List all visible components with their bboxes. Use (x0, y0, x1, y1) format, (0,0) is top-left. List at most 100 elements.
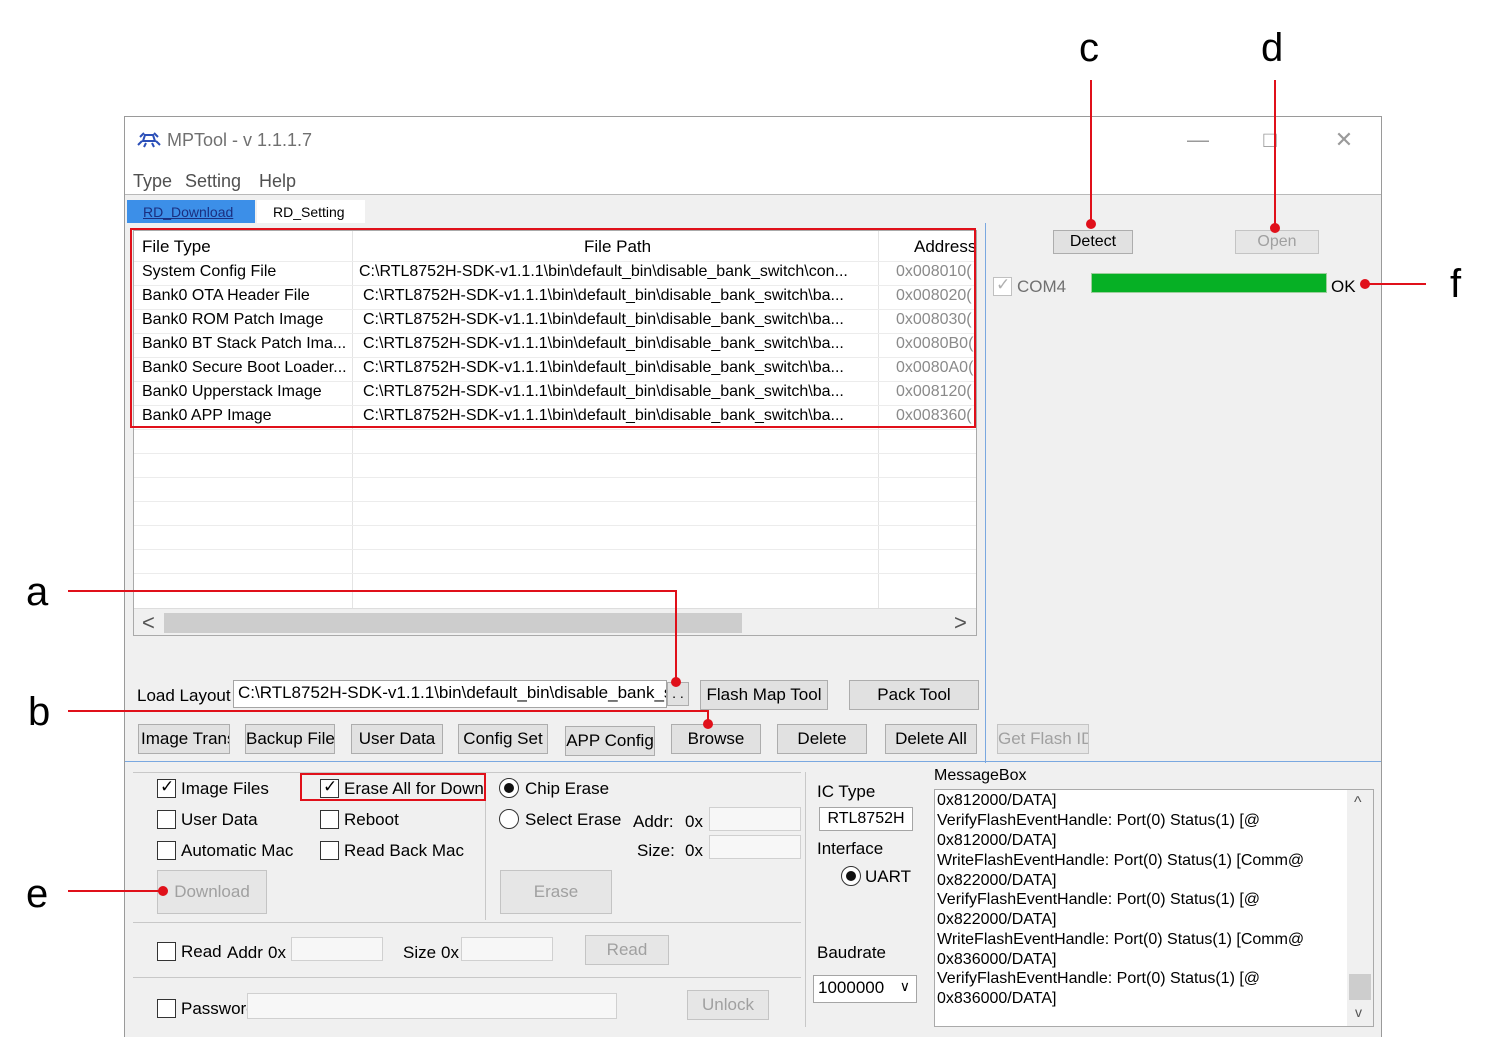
messagebox-vertical-scrollbar[interactable]: ^ v (1347, 790, 1373, 1026)
backup-files-button[interactable]: Backup Files (245, 724, 335, 754)
log-line: 0x836000/DATA] (937, 990, 1057, 1007)
callout-a-dot (671, 677, 681, 687)
read-addr-input[interactable] (291, 937, 383, 961)
flash-map-tool-button[interactable]: Flash Map Tool (700, 680, 828, 710)
erase-addr-input[interactable] (709, 807, 801, 831)
load-layout-path-text: C:\RTL8752H-SDK-v1.1.1\bin\default_bin\d… (238, 683, 667, 702)
uart-label: UART (865, 867, 911, 886)
password-label: Password (181, 999, 247, 1018)
callout-c-line (1090, 80, 1092, 224)
menu-setting[interactable]: Setting (185, 171, 241, 192)
read-checkbox[interactable] (157, 942, 176, 961)
download-progress-bar (1091, 273, 1327, 293)
device-status-text: OK (1331, 277, 1356, 296)
log-line: 0x836000/DATA] (937, 951, 1057, 968)
image-trans-button[interactable]: Image Trans (138, 724, 230, 754)
user-data-button[interactable]: User Data (351, 724, 443, 754)
erase-size-label: Size: (637, 841, 675, 860)
read-size-label: Size (403, 943, 437, 962)
menu-help[interactable]: Help (259, 171, 296, 192)
password-checkbox[interactable] (157, 999, 176, 1018)
erase-size-prefix: 0x (685, 841, 703, 860)
callout-f: f (1450, 262, 1462, 306)
callout-b-line (68, 710, 708, 712)
realtek-crab-icon (137, 132, 161, 148)
image-files-label: Image Files (181, 779, 269, 798)
load-layout-path-field[interactable]: C:\RTL8752H-SDK-v1.1.1\bin\default_bin\d… (233, 680, 667, 708)
close-button[interactable]: ✕ (1329, 127, 1359, 153)
file-table-highlight (130, 228, 976, 428)
scroll-left-arrow-icon[interactable]: < (142, 610, 155, 635)
read-size-prefix: 0x (441, 943, 459, 962)
scroll-down-arrow-icon[interactable]: v (1355, 1004, 1362, 1020)
com-port-label: COM4 (1017, 277, 1067, 296)
pack-tool-button[interactable]: Pack Tool (849, 680, 979, 710)
uart-radio[interactable] (841, 866, 861, 886)
reboot-label: Reboot (344, 810, 399, 829)
log-line: WriteFlashEventHandle: Port(0) Status(1)… (937, 852, 1305, 869)
callout-d-dot (1270, 223, 1280, 233)
delete-all-button[interactable]: Delete All (885, 724, 977, 754)
erase-size-input[interactable] (709, 835, 801, 859)
password-input[interactable] (247, 993, 617, 1019)
menu-bar: Type Setting Help (125, 165, 1381, 195)
callout-e-dot (158, 886, 168, 896)
config-set-button[interactable]: Config Set (458, 724, 548, 754)
baudrate-select[interactable]: 1000000 ∨ (813, 975, 917, 1003)
scrollbar-thumb[interactable] (164, 613, 742, 633)
messagebox-log[interactable]: 0x812000/DATA] VerifyFlashEventHandle: P… (934, 789, 1374, 1027)
erase-button[interactable]: Erase (500, 870, 612, 914)
ic-type-label: IC Type (817, 782, 876, 801)
get-flash-id-button[interactable]: Get Flash ID (997, 724, 1089, 754)
maximize-button[interactable]: □ (1255, 127, 1285, 153)
browse-button[interactable]: Browse (671, 724, 761, 754)
detect-button[interactable]: Detect (1053, 230, 1133, 254)
automatic-mac-checkbox[interactable] (157, 841, 176, 860)
menu-type[interactable]: Type (133, 171, 172, 192)
app-config-button[interactable]: APP Config (565, 726, 655, 756)
reboot-checkbox[interactable] (320, 810, 339, 829)
read-label: Read (181, 942, 222, 961)
open-button[interactable]: Open (1235, 230, 1319, 254)
erase-addr-prefix: 0x (685, 812, 703, 831)
scrollbar-thumb[interactable] (1349, 974, 1371, 1000)
read-addr-label: Addr (227, 943, 263, 962)
read-size-input[interactable] (461, 937, 553, 961)
tab-strip: RD_Download RD_Setting (125, 196, 1381, 223)
callout-f-dot (1360, 279, 1370, 289)
log-line: 0x822000/DATA] (937, 911, 1057, 928)
callout-a: a (26, 570, 49, 614)
callout-e-line (68, 890, 166, 892)
download-button[interactable]: Download (157, 870, 267, 914)
read-button[interactable]: Read (585, 935, 669, 965)
scroll-up-arrow-icon[interactable]: ^ (1354, 794, 1362, 812)
log-line: WriteFlashEventHandle: Port(0) Status(1)… (937, 931, 1305, 948)
tab-rd-setting[interactable]: RD_Setting (257, 200, 365, 223)
image-files-checkbox[interactable] (157, 777, 176, 798)
log-line: 0x822000/DATA] (937, 872, 1057, 889)
window-title: MPTool - v 1.1.1.7 (167, 130, 313, 150)
interface-label: Interface (817, 839, 884, 858)
minimize-button[interactable]: — (1183, 127, 1213, 153)
scroll-right-arrow-icon[interactable]: > (954, 610, 967, 635)
baudrate-label: Baudrate (817, 943, 886, 962)
user-data-checkbox[interactable] (157, 810, 176, 829)
read-back-mac-label: Read Back Mac (344, 841, 464, 860)
callout-d: d (1261, 26, 1284, 70)
callout-b: b (28, 690, 51, 734)
callout-a-line (675, 590, 677, 682)
select-erase-label: Select Erase (525, 810, 622, 829)
chip-erase-radio[interactable] (499, 778, 519, 798)
log-line: VerifyFlashEventHandle: Port(0) Status(1… (937, 812, 1261, 829)
callout-a-line (68, 590, 676, 592)
delete-button[interactable]: Delete (777, 724, 867, 754)
table-horizontal-scrollbar[interactable]: < > (134, 608, 976, 635)
read-back-mac-checkbox[interactable] (320, 841, 339, 860)
panel-divider (985, 223, 986, 763)
tab-rd-download[interactable]: RD_Download (127, 200, 255, 223)
select-erase-radio[interactable] (499, 809, 519, 829)
unlock-button[interactable]: Unlock (687, 990, 769, 1020)
callout-d-line (1274, 80, 1276, 228)
com4-checkbox[interactable] (993, 275, 1012, 296)
log-line: 0x812000/DATA] (937, 792, 1057, 809)
